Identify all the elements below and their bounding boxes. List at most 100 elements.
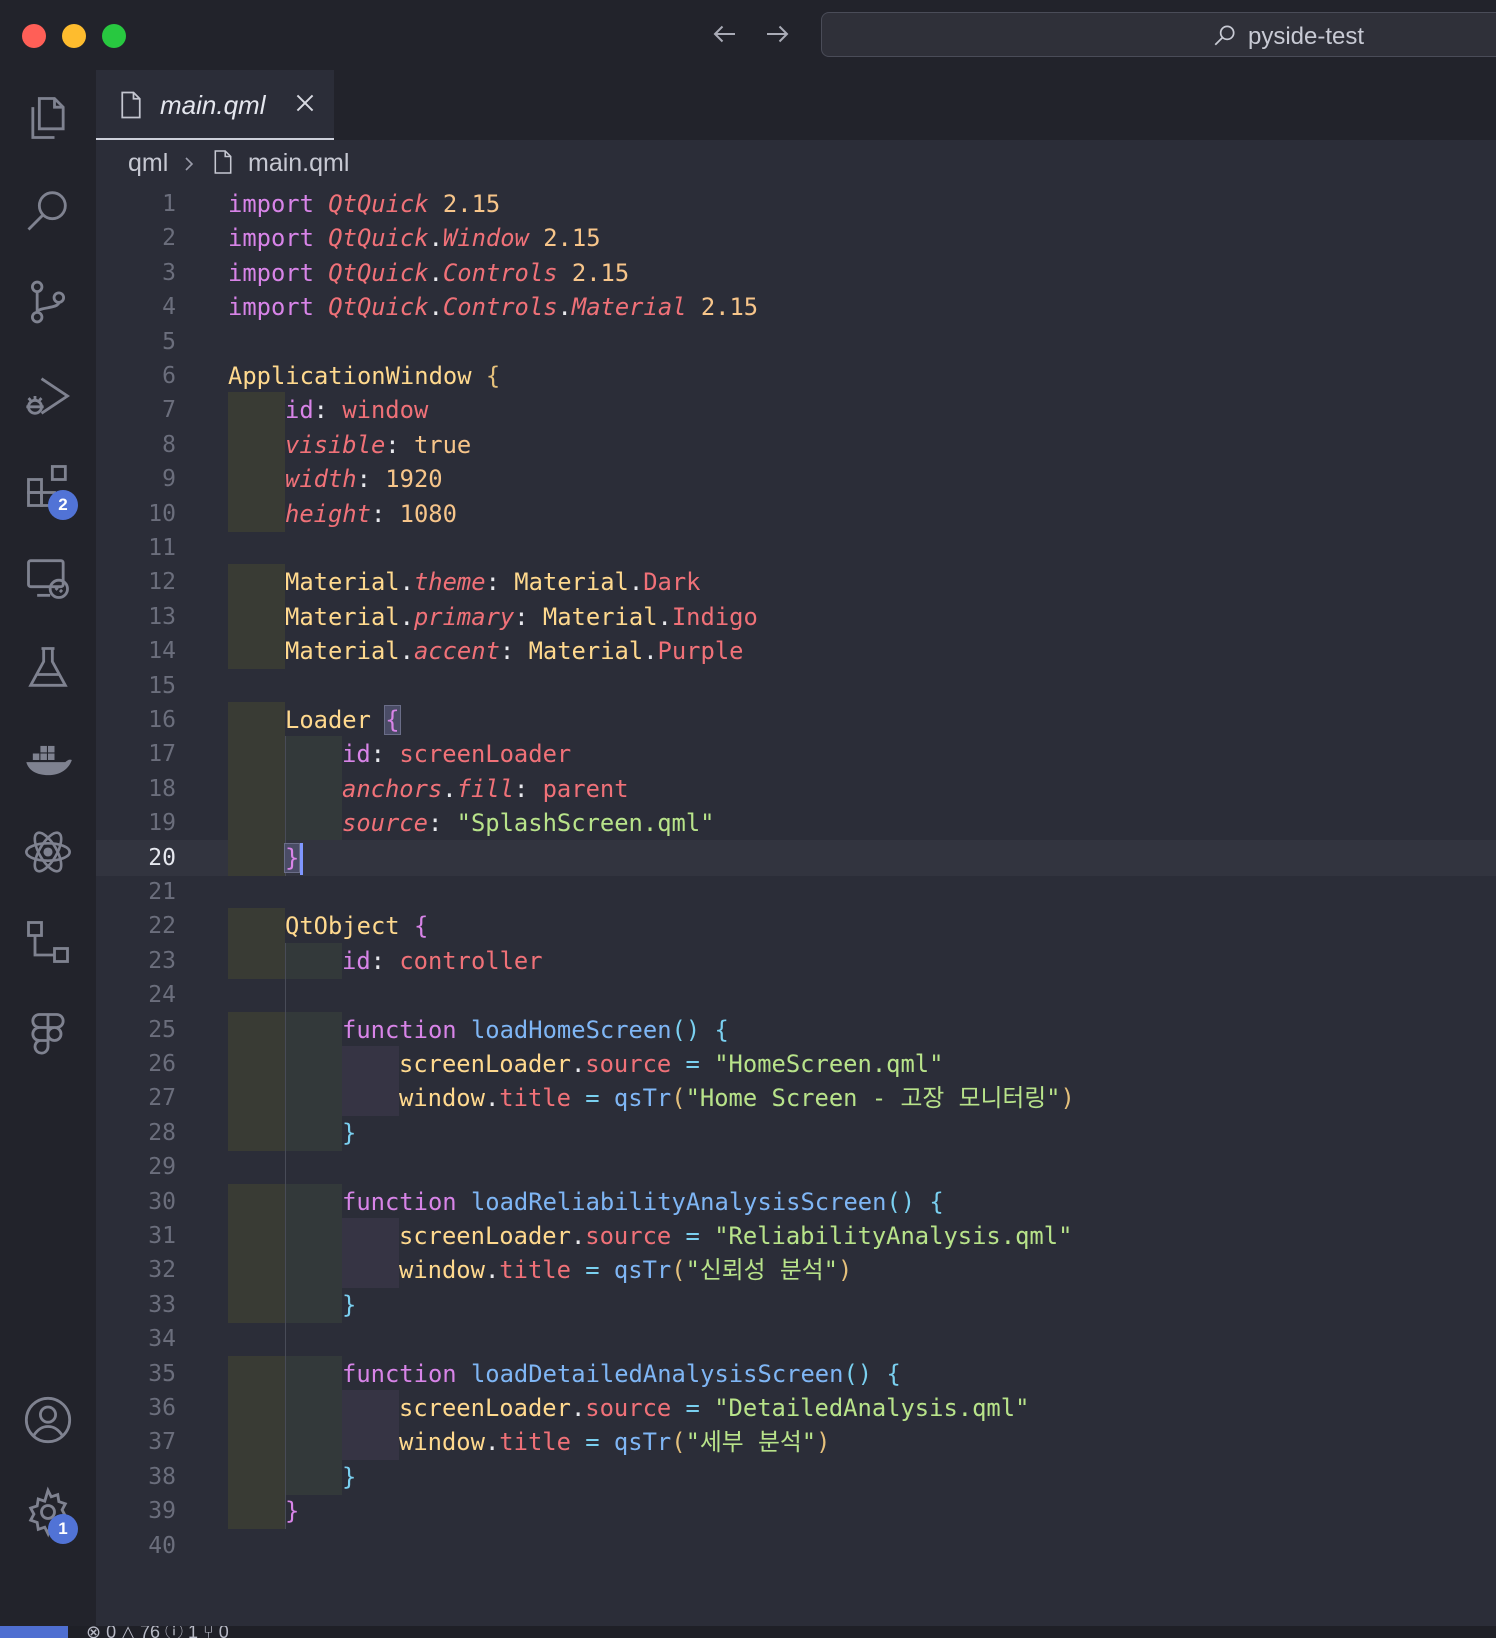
code-line[interactable]: 10 height: 1080 [96,495,1496,532]
code-line[interactable]: 15 [96,668,1496,704]
code-text[interactable]: } [283,840,304,876]
code-text[interactable]: import QtQuick.Controls 2.15 [228,255,629,291]
code-line[interactable]: 28} [96,1114,1496,1151]
code-text[interactable]: } [342,1459,356,1495]
code-text[interactable]: id: window [285,392,428,428]
code-line[interactable]: 11 [96,530,1496,566]
code-editor[interactable]: 1 import QtQuick 2.15 2 import QtQuick.Wind… [96,186,1496,1626]
code-line[interactable]: 7 id: window [96,392,1496,429]
code-line[interactable]: 5 [96,324,1496,360]
account-icon[interactable] [18,1390,78,1450]
run-debug-icon[interactable] [18,366,78,426]
code-line[interactable]: 26 screenLoader.source = "HomeScreen.qml" [96,1046,1496,1082]
breadcrumb-folder[interactable]: qml [128,149,168,178]
code-line[interactable]: 22 QtObject { [96,908,1496,945]
code-text[interactable]: window.title = qsTr("신뢰성 분석") [399,1252,852,1288]
status-problems[interactable]: ⊗ 0 △ 76 ⓘ 1 ⑂ 0 [86,1626,229,1638]
code-line[interactable]: 25 function loadHomeScreen() { [96,1011,1496,1048]
indent-guide [285,1252,342,1289]
code-line[interactable]: 31 screenLoader.source = "ReliabilityAnal… [96,1218,1496,1254]
code-line[interactable]: 27 window.title = qsTr("Home Screen - 고장 … [96,1080,1496,1117]
code-text[interactable]: function loadDetailedAnalysisScreen() { [342,1356,901,1392]
code-line[interactable]: 6 ApplicationWindow { [96,358,1496,394]
search-icon[interactable] [18,180,78,240]
code-text[interactable]: window.title = qsTr("Home Screen - 고장 모니… [399,1080,1075,1116]
code-text[interactable]: id: screenLoader [342,736,571,772]
code-line[interactable]: 1 import QtQuick 2.15 [96,186,1496,222]
code-text[interactable]: anchors.fill: parent [342,771,629,807]
minimize-window-button[interactable] [62,24,86,48]
back-arrow-icon[interactable] [705,14,745,54]
code-text[interactable]: QtObject { [285,908,428,944]
code-line[interactable]: 3 import QtQuick.Controls 2.15 [96,255,1496,291]
testing-flask-icon[interactable] [18,638,78,698]
code-line[interactable]: 18 anchors.fill: parent [96,770,1496,807]
close-window-button[interactable] [22,24,46,48]
flow-diagram-icon[interactable] [18,912,78,972]
command-center-search[interactable]: pyside-test [821,12,1496,57]
code-line[interactable]: 12 Material.theme: Material.Dark [96,564,1496,601]
code-token: { [485,362,501,390]
code-text[interactable]: } [342,1115,356,1151]
code-text[interactable]: Loader { [285,702,401,738]
code-line[interactable]: 9 width: 1920 [96,461,1496,498]
code-text[interactable]: screenLoader.source = "HomeScreen.qml" [399,1046,943,1082]
code-line[interactable]: 30 function loadReliabilityAnalysisScreen… [96,1183,1496,1220]
code-text[interactable]: window.title = qsTr("세부 분석") [399,1424,830,1460]
code-line[interactable]: 19 source: "SplashScreen.qml" [96,805,1496,842]
code-line[interactable]: 2 import QtQuick.Window 2.15 [96,220,1496,256]
code-text[interactable]: visible: true [285,427,471,463]
source-control-icon[interactable] [18,272,78,332]
code-text[interactable]: import QtQuick.Window 2.15 [228,220,601,256]
code-line[interactable]: 35 function loadDetailedAnalysisScreen() … [96,1355,1496,1392]
code-text[interactable]: } [285,1493,299,1529]
code-line[interactable]: 21 [96,874,1496,910]
code-line[interactable]: 14 Material.accent: Material.Purple [96,633,1496,670]
close-icon[interactable] [292,90,318,116]
code-line[interactable]: 34 [96,1321,1496,1358]
code-line[interactable]: 13 Material.primary: Material.Indigo [96,598,1496,635]
code-text[interactable]: Material.primary: Material.Indigo [285,599,758,635]
code-text[interactable]: width: 1920 [285,461,443,497]
remote-explorer-icon[interactable] [18,548,78,608]
code-line[interactable]: 17 id: screenLoader [96,736,1496,773]
code-text[interactable]: screenLoader.source = "DetailedAnalysis.… [399,1390,1029,1426]
code-line[interactable]: 24 [96,977,1496,1014]
code-text[interactable]: import QtQuick.Controls.Material 2.15 [228,289,758,325]
code-text[interactable]: function loadHomeScreen() { [342,1012,729,1048]
code-line[interactable]: 8 visible: true [96,426,1496,463]
code-line[interactable]: 36 screenLoader.source = "DetailedAnalysi… [96,1390,1496,1426]
code-text[interactable]: Material.accent: Material.Purple [285,633,744,669]
code-text[interactable]: source: "SplashScreen.qml" [342,805,715,841]
figma-icon[interactable] [18,1004,78,1064]
code-line[interactable]: 4 import QtQuick.Controls.Material 2.15 [96,289,1496,325]
settings-gear-icon[interactable]: 1 [18,1482,78,1544]
code-text[interactable]: screenLoader.source = "ReliabilityAnalys… [399,1218,1072,1254]
code-line[interactable]: 29 [96,1149,1496,1186]
code-text[interactable]: height: 1080 [285,496,457,532]
code-text[interactable]: ApplicationWindow { [228,358,500,394]
code-line[interactable]: 38} [96,1458,1496,1495]
code-text[interactable]: id: controller [342,943,543,979]
forward-arrow-icon[interactable] [757,14,797,54]
code-text[interactable]: } [342,1287,356,1323]
react-atom-icon[interactable] [18,822,78,882]
code-text[interactable]: function loadReliabilityAnalysisScreen()… [342,1184,944,1220]
code-line[interactable]: 16 Loader { [96,702,1496,738]
remote-indicator[interactable] [0,1626,68,1638]
code-line[interactable]: 32 window.title = qsTr("신뢰성 분석") [96,1252,1496,1289]
code-text[interactable]: Material.theme: Material.Dark [285,564,701,600]
code-text[interactable]: import QtQuick 2.15 [228,186,500,222]
extensions-icon[interactable]: 2 [18,456,78,520]
code-line[interactable]: 23 id: controller [96,942,1496,979]
tab-main-qml[interactable]: main.qml [96,70,334,140]
breadcrumb-file[interactable]: main.qml [248,149,349,178]
explorer-files-icon[interactable] [18,88,78,148]
code-line[interactable]: 40 [96,1528,1496,1564]
code-line[interactable]: 33} [96,1286,1496,1323]
code-line[interactable]: 39} [96,1493,1496,1530]
maximize-window-button[interactable] [102,24,126,48]
docker-icon[interactable] [18,730,78,790]
code-line[interactable]: 37 window.title = qsTr("세부 분석") [96,1424,1496,1461]
code-line[interactable]: 20} [96,839,1496,876]
